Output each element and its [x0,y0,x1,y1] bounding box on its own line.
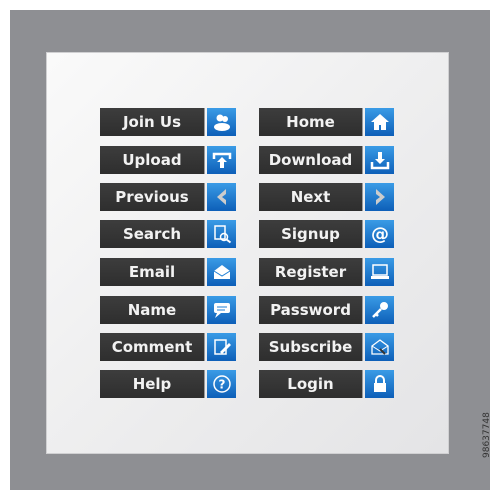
home-label: Home [259,108,363,136]
name-button[interactable]: Name [100,296,236,324]
stock-number: 98637748 [482,412,492,458]
download-label: Download [259,146,363,174]
previous-button[interactable]: Previous [100,183,236,211]
search-document-icon[interactable] [207,220,236,248]
subscribe-button[interactable]: Subscribe [259,333,394,361]
upload-label: Upload [100,146,205,174]
upload-icon[interactable] [207,146,236,174]
envelope-open-icon[interactable] [365,333,394,361]
name-label: Name [100,296,205,324]
laptop-icon[interactable] [365,258,394,286]
envelope-icon[interactable] [207,258,236,286]
help-label: Help [100,370,205,398]
help-button[interactable]: Help? [100,370,236,398]
users-icon[interactable] [207,108,236,136]
login-label: Login [259,370,363,398]
svg-text:?: ? [218,378,225,392]
signup-button[interactable]: Signup @ [259,220,394,248]
key-icon[interactable] [365,296,394,324]
search-button[interactable]: Search [100,220,236,248]
at-icon[interactable]: @ [365,220,394,248]
download-icon[interactable] [365,146,394,174]
password-button[interactable]: Password [259,296,394,324]
login-button[interactable]: Login [259,370,394,398]
lock-icon[interactable] [365,370,394,398]
comment-label: Comment [100,333,205,361]
home-button[interactable]: Home [259,108,394,136]
search-label: Search [100,220,205,248]
register-label: Register [259,258,363,286]
chevron-left-icon[interactable] [207,183,236,211]
svg-text:@: @ [371,224,389,244]
password-label: Password [259,296,363,324]
edit-document-icon[interactable] [207,333,236,361]
previous-label: Previous [100,183,205,211]
download-button[interactable]: Download [259,146,394,174]
signup-label: Signup [259,220,363,248]
home-icon[interactable] [365,108,394,136]
email-label: Email [100,258,205,286]
next-button[interactable]: Next [259,183,394,211]
chevron-right-icon[interactable] [365,183,394,211]
comment-button[interactable]: Comment [100,333,236,361]
register-button[interactable]: Register [259,258,394,286]
join-us-label: Join Us [100,108,205,136]
join-us-button[interactable]: Join Us [100,108,236,136]
subscribe-label: Subscribe [259,333,363,361]
upload-button[interactable]: Upload [100,146,236,174]
next-label: Next [259,183,363,211]
question-icon[interactable]: ? [207,370,236,398]
chat-bubble-icon[interactable] [207,296,236,324]
email-button[interactable]: Email [100,258,236,286]
